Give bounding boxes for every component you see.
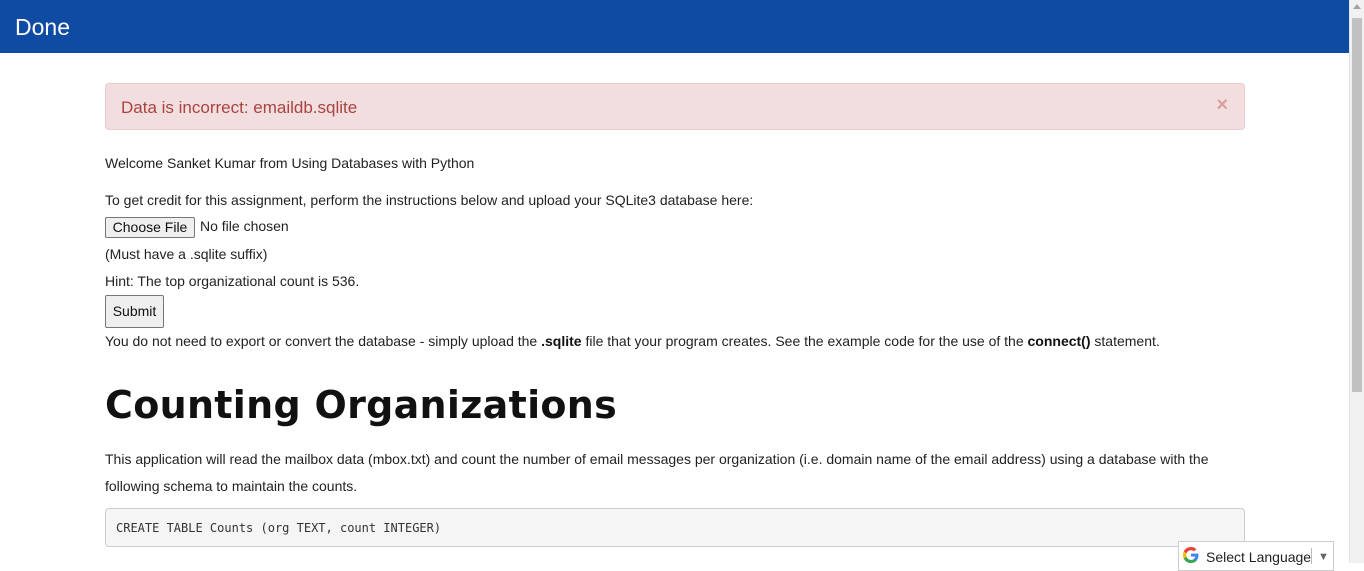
- export-note-bold-sqlite: .sqlite: [541, 333, 582, 349]
- page-header-title: Done: [15, 14, 70, 40]
- section-description: This application will read the mailbox d…: [105, 451, 1209, 494]
- choose-file-button[interactable]: Choose File: [105, 217, 195, 238]
- alert-message: Data is incorrect: emaildb.sqlite: [121, 98, 358, 117]
- top-bar: Done: [0, 0, 1349, 53]
- chevron-down-icon[interactable]: ▼: [1318, 548, 1329, 566]
- export-note-part3: statement.: [1090, 333, 1160, 349]
- scroll-up-arrow-icon[interactable]: [1353, 4, 1361, 9]
- suffix-note: (Must have a .sqlite suffix): [105, 246, 268, 262]
- select-language-label: Select Language: [1206, 549, 1312, 565]
- export-note-part2: file that your program creates. See the …: [581, 333, 1028, 349]
- vertical-scrollbar[interactable]: [1349, 0, 1364, 563]
- select-language-divider: [1311, 548, 1312, 564]
- alert-close-icon[interactable]: ×: [1216, 95, 1228, 115]
- file-status-text: No file chosen: [200, 218, 289, 234]
- export-note-part1: You do not need to export or convert the…: [105, 333, 542, 349]
- export-note-bold-connect: connect(): [1027, 333, 1091, 349]
- hint-text: Hint: The top organizational count is 53…: [105, 273, 360, 289]
- export-note: You do not need to export or convert the…: [105, 332, 1160, 350]
- google-icon: [1183, 547, 1199, 563]
- submit-button[interactable]: Submit: [105, 295, 164, 328]
- welcome-text: Welcome Sanket Kumar from Using Database…: [105, 155, 475, 171]
- section-heading: Counting Organizations: [105, 383, 618, 427]
- scrollbar-thumb[interactable]: [1352, 18, 1362, 392]
- instructions-text: To get credit for this assignment, perfo…: [105, 192, 754, 208]
- schema-code-block: CREATE TABLE Counts (org TEXT, count INT…: [105, 508, 1245, 547]
- select-language-widget[interactable]: Select Language ▼: [1178, 541, 1334, 571]
- error-alert: Data is incorrect: emaildb.sqlite ×: [105, 83, 1245, 130]
